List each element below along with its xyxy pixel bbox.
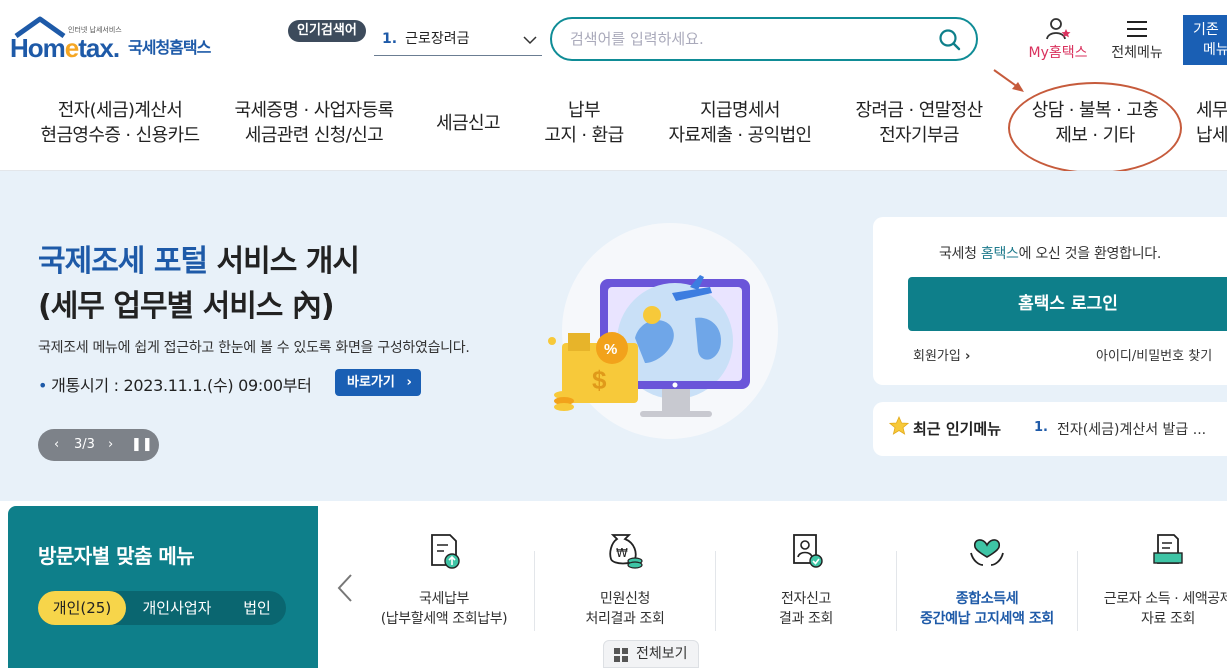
visitor-menu-panel: 방문자별 맞춤 메뉴 개인(25) 개인사업자 법인	[8, 506, 318, 668]
nav-item-e-invoice[interactable]: 전자(세금)계산서 현금영수증 · 신용카드	[30, 98, 210, 148]
visitor-tabs: 개인(25) 개인사업자 법인	[38, 591, 286, 625]
nav-item-certificates[interactable]: 국세증명 · 사업자등록 세금관련 신청/신고	[222, 98, 406, 148]
svg-text:%: %	[604, 341, 617, 358]
tax-payment-icon	[431, 534, 460, 569]
e-filing-icon	[793, 534, 823, 568]
hero-date: • 개통시기 : 2023.11.1.(수) 09:00부터	[38, 376, 312, 395]
pause-icon[interactable]: ❚❚	[131, 429, 153, 461]
pager-count: 3/3	[74, 437, 95, 452]
popular-search-select[interactable]: 1. 근로장려금	[374, 26, 542, 56]
chevron-down-icon	[523, 36, 537, 45]
site-header: 인터넷 납세서비스 Hometax. 국세청홈택스 인기검색어 1. 근로장려금 …	[0, 0, 1227, 85]
svg-text:₩: ₩	[616, 546, 628, 560]
worker-deduction-icon	[1153, 534, 1183, 564]
quick-menu-tax-payment[interactable]: 국세납부 (납부할세액 조회납부)	[354, 531, 534, 629]
tab-sole-proprietor[interactable]: 개인사업자	[134, 591, 220, 625]
quick-menu-worker-deduction[interactable]: 근로자 소득 · 세액공제 자료 조회	[1078, 531, 1227, 629]
my-hometax-button[interactable]: My홈택스	[1022, 16, 1094, 66]
hero-banner: 국제조세 포털 서비스 개시 (세무 업무별 서비스 內) 국제조세 메뉴에 쉽…	[0, 171, 1227, 501]
login-button[interactable]: 홈택스 로그인	[908, 277, 1227, 331]
popular-menu-rank: 1.	[1034, 420, 1048, 435]
quick-menu-e-filing[interactable]: 전자신고 결과 조회	[716, 531, 896, 629]
nav-item-tax-filing[interactable]: 세금신고	[425, 111, 511, 136]
hero-description: 국제조세 메뉴에 쉽게 접근하고 한눈에 볼 수 있도록 화면을 구성하였습니다…	[38, 340, 470, 356]
chevron-left-icon[interactable]	[336, 573, 354, 603]
nav-item-payment[interactable]: 납부 고지 · 환급	[532, 98, 636, 148]
nav-item-statements[interactable]: 지급명세서 자료제출 · 공익법인	[660, 98, 820, 148]
banner-pager: ‹ 3/3 › ❚❚	[38, 429, 159, 461]
svg-text:$: $	[592, 365, 607, 395]
find-id-password-link[interactable]: 아이디/비밀번호 찾기	[1096, 345, 1212, 364]
hamburger-icon	[1127, 21, 1147, 37]
welcome-message: 국세청 홈택스에 오신 것을 환영합니다.	[938, 246, 1162, 262]
popular-search-badge: 인기검색어	[288, 20, 366, 42]
popular-menu-title: 최근 인기메뉴	[913, 420, 1002, 438]
search-input[interactable]	[570, 28, 930, 50]
go-button[interactable]: 바로가기 ›	[335, 369, 421, 396]
view-all-button[interactable]: 전체보기	[603, 640, 699, 668]
nav-item-tax-agent[interactable]: 세무 납세	[1196, 98, 1227, 148]
annotation-circle	[1008, 82, 1182, 174]
grid-icon	[614, 648, 628, 662]
signup-link[interactable]: 회원가입 ›	[913, 345, 970, 364]
my-hometax-label: My홈택스	[1028, 45, 1088, 61]
quick-menu-civil-request[interactable]: ₩ 민원신청 처리결과 조회	[535, 531, 715, 629]
chevron-right-icon: ›	[964, 349, 971, 364]
visitor-menu-title: 방문자별 맞춤 메뉴	[38, 544, 195, 568]
all-menu-label: 전체메뉴	[1111, 45, 1163, 61]
hero-subtitle: (세무 업무별 서비스 內)	[38, 289, 335, 324]
pager-next-icon[interactable]: ›	[108, 429, 113, 461]
tab-individual[interactable]: 개인(25)	[38, 591, 126, 625]
hometax-logo[interactable]: 인터넷 납세서비스 Hometax. 국세청홈택스	[10, 16, 225, 68]
chevron-right-icon: ›	[406, 375, 412, 390]
old-version-button[interactable]: 기존 메뉴	[1183, 15, 1227, 65]
nav-item-incentives[interactable]: 장려금 · 연말정산 전자기부금	[842, 98, 996, 148]
popular-keyword: 근로장려금	[405, 31, 470, 47]
search-icon[interactable]	[938, 28, 962, 52]
star-icon	[889, 416, 909, 435]
user-icon	[1046, 18, 1071, 40]
hero-title: 국제조세 포털 서비스 개시	[38, 244, 360, 279]
civil-request-icon: ₩	[609, 534, 643, 569]
logo-wordmark: Hometax.	[10, 33, 120, 63]
logo-korean: 국세청홈택스	[128, 38, 211, 57]
all-menu-button[interactable]: 전체메뉴	[1106, 16, 1168, 66]
global-tax-illustration: $ %	[548, 223, 778, 439]
pager-prev-icon[interactable]: ‹	[54, 429, 59, 461]
quick-menu-income-tax[interactable]: 종합소득세 중간예납 고지세액 조회	[897, 531, 1077, 629]
popular-rank: 1.	[382, 31, 398, 47]
popular-menu-card: 최근 인기메뉴 1. 전자(세금)계산서 발급 ...	[873, 402, 1227, 456]
income-tax-icon	[970, 539, 1004, 566]
annotation-arrow-icon	[993, 69, 1024, 92]
quick-menu-section: 방문자별 맞춤 메뉴 개인(25) 개인사업자 법인 국세납부 (납부할세액 조…	[0, 501, 1227, 668]
search-box	[550, 17, 978, 61]
tab-corporation[interactable]: 법인	[234, 591, 280, 625]
login-card: 국세청 홈택스에 오신 것을 환영합니다. 홈택스 로그인 회원가입 › 아이디…	[873, 217, 1227, 385]
popular-menu-item[interactable]: 전자(세금)계산서 발급 ...	[1057, 419, 1206, 439]
